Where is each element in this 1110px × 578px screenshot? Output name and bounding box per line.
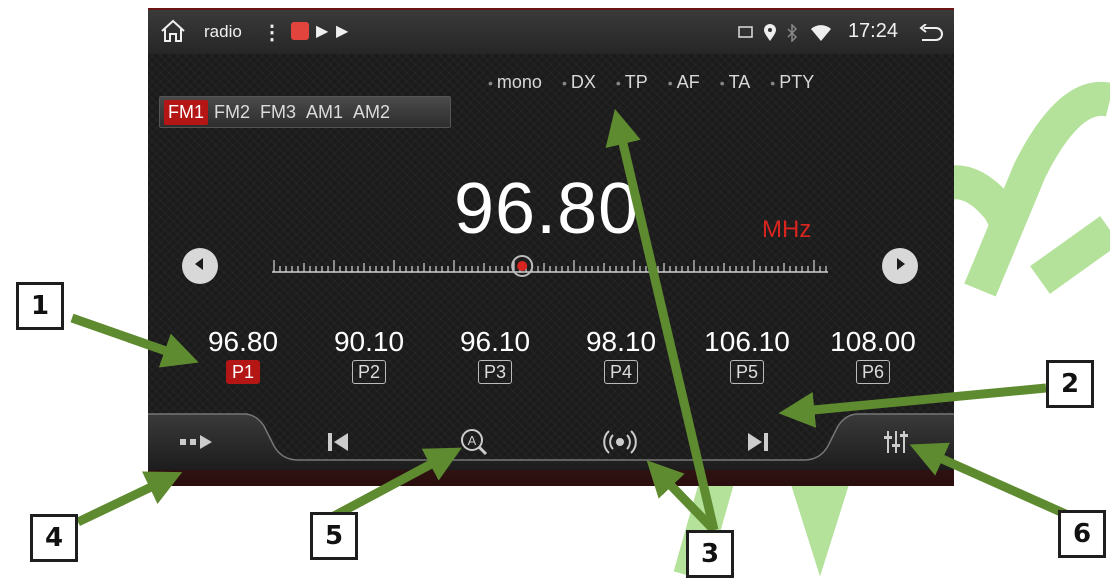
tuner-marker[interactable] — [517, 261, 528, 271]
preset-label: P3 — [477, 360, 513, 384]
status-bar: radio ⋮ ▶ ▶ 17:24 — [148, 8, 954, 54]
preset-p2[interactable]: 90.10 P2 — [314, 326, 424, 384]
equalizer-icon — [882, 428, 910, 461]
location-icon — [762, 23, 778, 41]
cast-icon — [738, 24, 754, 40]
flag-af[interactable]: AF — [668, 72, 700, 93]
next-button[interactable] — [728, 426, 788, 462]
bluetooth-icon — [786, 22, 802, 43]
next-icon — [744, 431, 772, 458]
flag-tp[interactable]: TP — [616, 72, 648, 93]
auto-search-button[interactable]: A — [444, 426, 504, 462]
callout-5: 5 — [310, 512, 358, 560]
preset-p6[interactable]: 108.00 P6 — [818, 326, 928, 384]
preset-frequency: 96.80 — [207, 326, 279, 357]
play-icon: ▶ — [336, 23, 349, 40]
band-selector: FM1 FM2 FM3 AM1 AM2 — [159, 96, 451, 128]
flag-ta[interactable]: TA — [720, 72, 751, 93]
toolbar-background — [148, 413, 954, 486]
preset-p3[interactable]: 96.10 P3 — [440, 326, 550, 384]
radio-screen: radio ⋮ ▶ ▶ 17:24 mono DX TP — [148, 8, 954, 486]
bottom-toolbar: A — [148, 412, 954, 486]
band-fm3[interactable]: FM3 — [256, 100, 300, 125]
more-icon[interactable]: ⋮ — [262, 20, 282, 45]
flag-pty[interactable]: PTY — [770, 72, 814, 93]
back-icon[interactable] — [918, 22, 943, 41]
band-am1[interactable]: AM1 — [302, 100, 347, 125]
band-fm2[interactable]: FM2 — [210, 100, 254, 125]
preset-label: P2 — [351, 360, 387, 384]
callout-6: 6 — [1058, 510, 1106, 558]
app-title: radio — [204, 22, 242, 41]
previous-icon — [324, 431, 352, 458]
preset-frequency: 96.10 — [459, 326, 531, 357]
preset-p1[interactable]: 96.80 P1 — [188, 326, 298, 384]
callout-2: 2 — [1046, 360, 1094, 408]
auto-search-icon: A — [459, 427, 489, 462]
preset-label: P6 — [855, 360, 891, 384]
source-button[interactable] — [168, 426, 228, 462]
svg-text:A: A — [468, 433, 477, 448]
current-frequency: 96.80 — [454, 169, 640, 249]
flag-mono[interactable]: mono — [488, 72, 542, 93]
source-icon — [178, 434, 218, 455]
home-icon[interactable] — [160, 19, 186, 48]
seek-right-button[interactable] — [882, 248, 918, 284]
callout-3: 3 — [686, 530, 734, 578]
callout-1: 1 — [16, 282, 64, 330]
tuning-scale[interactable] — [272, 248, 832, 278]
chevron-right-icon — [892, 256, 908, 277]
wifi-icon — [810, 24, 831, 41]
preset-frequency: 106.10 — [704, 326, 790, 357]
preset-p4[interactable]: 98.10 P4 — [566, 326, 676, 384]
band-am2[interactable]: AM2 — [349, 100, 394, 125]
previous-button[interactable] — [308, 426, 368, 462]
equalizer-button[interactable] — [866, 426, 926, 462]
preset-frequency: 98.10 — [585, 326, 657, 357]
chevron-left-icon — [192, 256, 208, 277]
callout-4: 4 — [30, 514, 78, 562]
seek-left-button[interactable] — [182, 248, 218, 284]
preset-label: P1 — [225, 360, 261, 384]
radio-broadcast-icon — [603, 427, 637, 462]
app-icon — [291, 22, 309, 40]
flag-dx[interactable]: DX — [562, 72, 596, 93]
band-fm1[interactable]: FM1 — [164, 99, 208, 125]
preset-label: P4 — [603, 360, 639, 384]
clock: 17:24 — [847, 20, 898, 42]
preset-frequency: 108.00 — [830, 326, 916, 357]
play-icon: ▶ — [316, 23, 329, 40]
frequency-unit: MHz — [762, 216, 812, 243]
rds-flags: mono DX TP AF TA PTY — [488, 72, 814, 93]
preset-p5[interactable]: 106.10 P5 — [692, 326, 802, 384]
preset-label: P5 — [729, 360, 765, 384]
broadcast-button[interactable] — [590, 426, 650, 462]
preset-frequency: 90.10 — [333, 326, 405, 357]
